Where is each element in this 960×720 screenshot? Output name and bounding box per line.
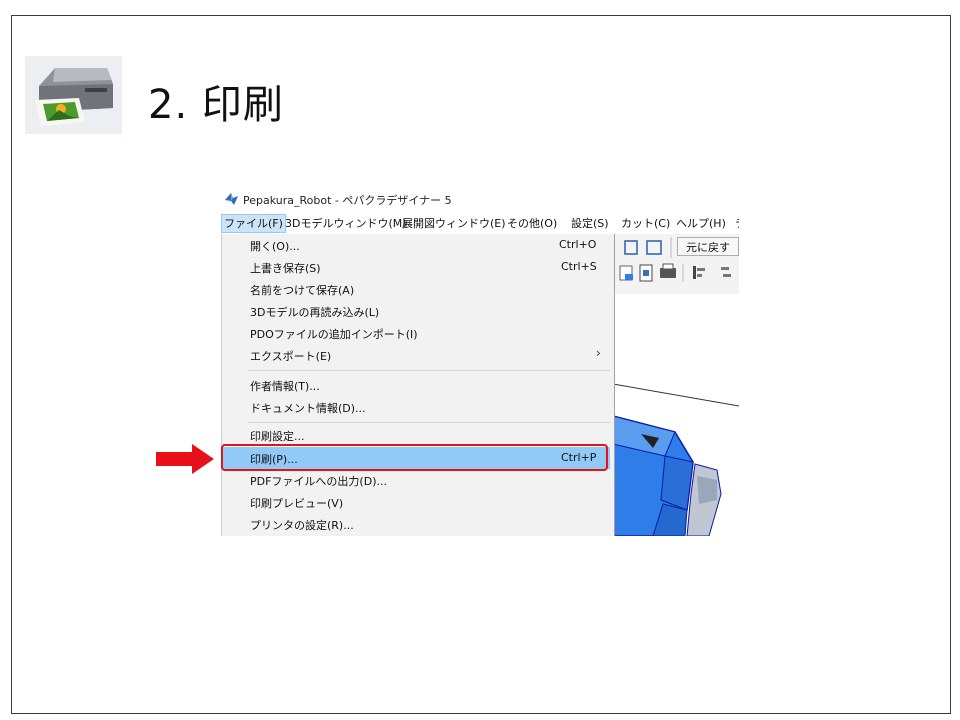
menu-item-import-pdo[interactable]: PDOファイルの追加インポート(I) (222, 322, 610, 344)
menu-separator (248, 370, 610, 371)
chevron-right-icon: › (596, 346, 601, 360)
menu-item-label: プリンタの設定(R)... (250, 519, 354, 532)
menu-item-label: 3Dモデルの再読み込み(L) (250, 306, 380, 319)
app-screenshot: Pepakura_Robot - ペパクラデザイナー 5 ファイル(F) 3Dモ… (221, 185, 739, 536)
menu-item-export-pdf[interactable]: PDFファイルへの出力(D)... (222, 469, 610, 491)
menu-item-save[interactable]: 上書き保存(S) Ctrl+S (222, 256, 610, 278)
menu-overflow[interactable]: テ (733, 214, 739, 233)
menu-file[interactable]: ファイル(F) (221, 214, 286, 233)
menu-settings[interactable]: 設定(S) (569, 214, 611, 233)
menu-item-label: エクスポート(E) (250, 350, 332, 363)
toolbar-area: 元に戻す (613, 234, 739, 294)
menu-unfold-window[interactable]: 展開図ウィンドウ(E) (400, 214, 508, 233)
menu-item-label: PDFファイルへの出力(D)... (250, 475, 387, 488)
menu-item-label: 印刷設定... (250, 430, 305, 443)
menu-other[interactable]: その他(O) (505, 214, 559, 233)
highlight-frame (221, 444, 608, 471)
red-arrow-icon (156, 444, 214, 474)
file-menu-dropdown: 開く(O)... Ctrl+O 上書き保存(S) Ctrl+S 名前をつけて保存… (221, 234, 615, 536)
menu-item-print-settings[interactable]: 印刷設定... (222, 424, 610, 446)
menu-item-print-preview[interactable]: 印刷プレビュー(V) (222, 491, 610, 513)
menu-separator (248, 422, 610, 423)
menu-item-label: 作者情報(T)... (250, 380, 320, 393)
menu-3d-model-window[interactable]: 3Dモデルウィンドウ(M) (283, 214, 409, 233)
menu-item-author-info[interactable]: 作者情報(T)... (222, 374, 610, 396)
slide-title: 2. 印刷 (148, 82, 284, 128)
printer-icon (25, 56, 122, 134)
menu-item-label: PDOファイルの追加インポート(I) (250, 328, 418, 341)
menu-item-label: ドキュメント情報(D)... (250, 402, 366, 415)
3d-model-canvas (613, 294, 739, 536)
menu-item-shortcut: Ctrl+O (559, 238, 597, 251)
menu-item-export[interactable]: エクスポート(E) › (222, 344, 610, 366)
menu-item-label: 名前をつけて保存(A) (250, 284, 355, 297)
menu-item-printer-setup[interactable]: プリンタの設定(R)... (222, 513, 610, 535)
menu-item-document-info[interactable]: ドキュメント情報(D)... (222, 396, 610, 418)
menu-item-label: 上書き保存(S) (250, 262, 321, 275)
menu-item-label: 印刷プレビュー(V) (250, 497, 344, 510)
menu-item-save-as[interactable]: 名前をつけて保存(A) (222, 278, 610, 300)
menu-item-shortcut: Ctrl+S (561, 260, 597, 273)
menu-item-label: 開く(O)... (250, 240, 300, 253)
menu-item-reload-3d-model[interactable]: 3Dモデルの再読み込み(L) (222, 300, 610, 322)
menu-item-open[interactable]: 開く(O)... Ctrl+O (222, 234, 610, 256)
menu-help[interactable]: ヘルプ(H) (674, 214, 728, 233)
menubar: ファイル(F) 3Dモデルウィンドウ(M) 展開図ウィンドウ(E) その他(O)… (221, 214, 739, 234)
pepakura-app-icon (224, 191, 239, 205)
undo-button[interactable]: 元に戻す (677, 237, 739, 256)
window-titlebar: Pepakura_Robot - ペパクラデザイナー 5 (221, 185, 739, 211)
menu-cut[interactable]: カット(C) (619, 214, 672, 233)
window-title: Pepakura_Robot - ペパクラデザイナー 5 (243, 194, 452, 207)
